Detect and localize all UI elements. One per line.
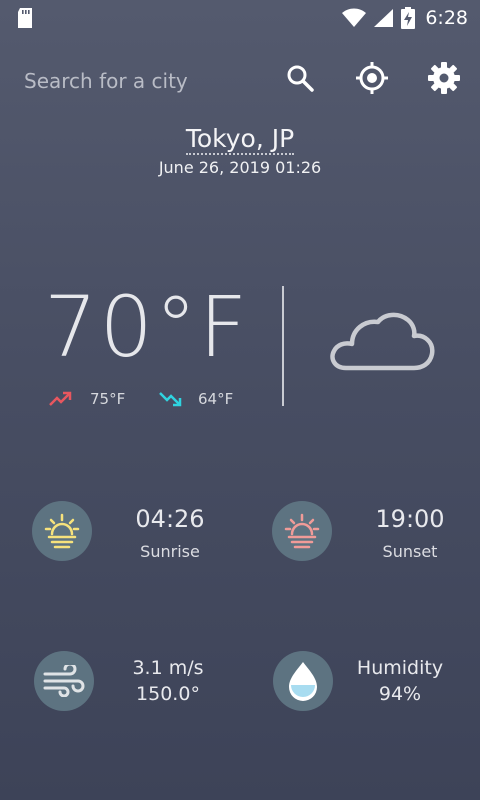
search-button[interactable] [282,60,318,96]
high-temperature: 75°F [90,390,126,408]
current-temperature: 70°F [44,278,250,376]
settings-icon [428,62,460,94]
sunrise-badge [32,501,92,561]
sunrise-label: Sunrise [140,542,200,561]
humidity-label: Humidity [356,657,444,679]
sunrise-time: 04:26 [135,505,205,533]
trending-up-icon [48,390,74,412]
sunset-time: 19:00 [375,505,445,533]
humidity-value: 94% [378,683,422,705]
sunset-label: Sunset [382,542,438,561]
sunset-badge [272,501,332,561]
date-time: June 26, 2019 01:26 [158,158,322,177]
sunrise-icon [44,513,80,549]
sd-card-icon [16,7,34,33]
status-bar: 6:28 [0,0,480,36]
locate-icon [356,62,388,94]
locate-button[interactable] [354,60,390,96]
cloud-icon [328,306,438,380]
wind-speed: 3.1 m/s [132,657,204,679]
sunset-icon [284,513,320,549]
wifi-icon [342,8,367,27]
wind-badge [34,651,94,711]
city-name[interactable]: Tokyo, JP [185,124,295,155]
humidity-badge [273,651,333,711]
status-clock: 6:28 [425,7,468,29]
location-title[interactable]: Tokyo, JP [0,124,480,155]
cell-signal-icon [374,9,394,27]
trending-down-icon [158,390,184,412]
search-input[interactable] [24,64,264,98]
low-temperature: 64°F [198,390,234,408]
search-icon [287,65,314,92]
wind-direction: 150.0° [136,683,200,705]
settings-button[interactable] [426,60,462,96]
water-drop-icon [289,662,317,701]
wind-icon [43,665,85,697]
divider [282,286,284,406]
battery-charging-icon [401,7,416,29]
